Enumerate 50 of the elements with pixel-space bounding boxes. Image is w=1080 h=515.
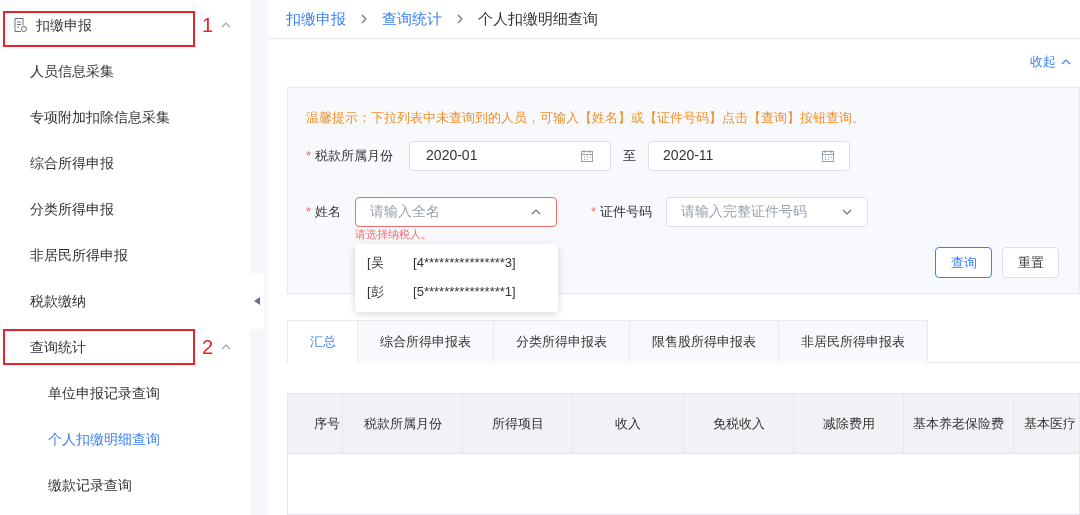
column-header: 减除费用 bbox=[794, 394, 904, 453]
sidebar-item[interactable]: 查询统计 bbox=[0, 324, 195, 370]
sidebar-item[interactable]: 税款缴纳 bbox=[0, 278, 195, 324]
collapse-link[interactable]: 收起 bbox=[1030, 53, 1072, 71]
sidebar-item[interactable]: 单位申报记录查询 bbox=[0, 370, 195, 416]
column-header: 税款所属月份 bbox=[343, 394, 463, 453]
sidebar-item[interactable]: 个人扣缴明细查询 bbox=[0, 416, 195, 462]
annotation-number: 1 bbox=[202, 13, 214, 38]
required-mark: * bbox=[306, 202, 312, 221]
annotation-number: 2 bbox=[202, 335, 214, 360]
tab[interactable]: 汇总 bbox=[287, 320, 358, 363]
column-header: 基本医疗 bbox=[1014, 394, 1080, 453]
sidebar-item[interactable]: 人员信息采集 bbox=[0, 48, 195, 94]
sidebar-item[interactable]: 缴款记录查询 bbox=[0, 462, 195, 508]
field-label: 姓名 bbox=[315, 202, 343, 221]
breadcrumb-item[interactable]: 扣缴申报 bbox=[286, 7, 346, 31]
breadcrumb-item: 个人扣缴明细查询 bbox=[478, 8, 598, 29]
calendar-icon bbox=[821, 148, 836, 163]
sidebar-item[interactable]: 专项附加扣除信息采集 bbox=[0, 94, 195, 140]
reset-button[interactable]: 重置 bbox=[1002, 247, 1059, 278]
month-from-field[interactable]: 2020-01 bbox=[409, 140, 612, 171]
field-label: 税款所属月份 bbox=[315, 146, 394, 165]
column-header: 序号 bbox=[288, 394, 343, 453]
document-icon bbox=[12, 17, 28, 33]
search-button[interactable]: 查询 bbox=[935, 247, 992, 278]
error-message: 请选择纳税人。 bbox=[355, 227, 433, 241]
sidebar-item[interactable]: 非居民所得申报 bbox=[0, 232, 195, 278]
tab[interactable]: 综合所得申报表 bbox=[358, 320, 494, 363]
caret-left-icon bbox=[254, 297, 260, 305]
field-label: 证件号码 bbox=[600, 202, 654, 221]
calendar-icon bbox=[580, 148, 595, 163]
column-header: 基本养老保险费 bbox=[904, 394, 1014, 453]
required-mark: * bbox=[591, 202, 597, 221]
column-header: 免税收入 bbox=[684, 394, 794, 453]
column-header: 所得项目 bbox=[463, 394, 573, 453]
sidebar-item[interactable]: 扣缴申报 bbox=[0, 2, 195, 48]
dropdown-option[interactable]: [吴 [4****************3] bbox=[355, 248, 559, 278]
collapse-handle[interactable] bbox=[250, 273, 264, 329]
breadcrumb-item[interactable]: 查询统计 bbox=[382, 7, 442, 31]
tab[interactable]: 非居民所得申报表 bbox=[779, 320, 928, 363]
sidebar-item[interactable]: 综合所得申报 bbox=[0, 140, 195, 186]
required-mark: * bbox=[306, 146, 312, 165]
column-header: 收入 bbox=[573, 394, 684, 453]
warning-tip: 温馨提示：下拉列表中未查询到的人员，可输入【姓名】或【证件号码】点击【查询】按钮查询。 bbox=[306, 109, 866, 127]
dropdown-option[interactable]: [彭 [5****************1] bbox=[355, 277, 559, 307]
month-to-field[interactable]: 2020-11 bbox=[648, 140, 851, 171]
sidebar-item[interactable]: 分类所得申报 bbox=[0, 186, 195, 232]
tab[interactable]: 限售股所得申报表 bbox=[630, 320, 779, 363]
range-separator: 至 bbox=[623, 146, 637, 165]
tab[interactable]: 分类所得申报表 bbox=[494, 320, 630, 363]
